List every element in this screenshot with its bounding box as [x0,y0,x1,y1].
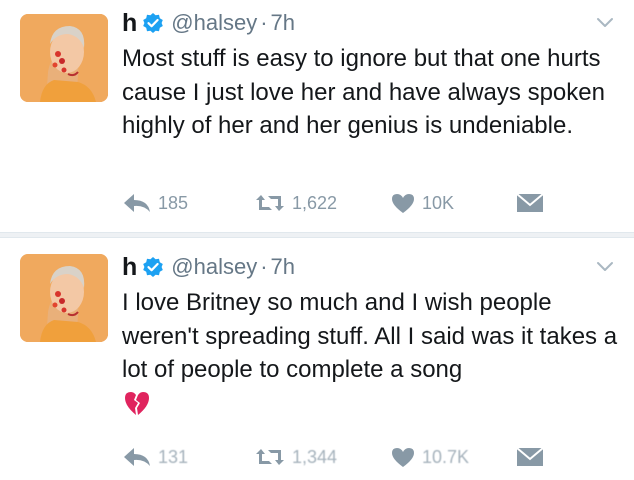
like-count: 10.7K [422,446,470,467]
heart-icon [390,446,416,468]
tweet-actions: 185 1,622 10K [122,188,622,218]
reply-icon [122,192,152,214]
separator-dot: · [260,254,268,279]
envelope-icon [516,447,544,467]
tweet-actions: 131 1,344 10.7K [122,442,622,472]
timestamp[interactable]: 7h [271,10,295,36]
tweet-feed: h @halsey · 7h Most stuff is easy to ign… [0,0,634,480]
tweet[interactable]: h @halsey · 7h I love Britney so much an… [0,238,634,480]
heart-icon [390,192,416,214]
tweet[interactable]: h @halsey · 7h Most stuff is easy to ign… [0,0,634,232]
reply-count: 185 [158,192,189,213]
like-button[interactable]: 10.7K [390,442,469,472]
direct-message-button[interactable] [516,442,544,472]
handle[interactable]: @halsey [171,10,257,36]
retweet-count: 1,344 [292,446,338,467]
separator-dot: · [260,10,268,35]
retweet-icon [254,446,286,468]
display-name[interactable]: h [122,9,137,38]
display-name[interactable]: h [122,253,137,282]
reply-button[interactable]: 185 [122,188,188,218]
retweet-button[interactable]: 1,344 [254,442,337,472]
timestamp[interactable]: 7h [271,254,295,280]
handle[interactable]: @halsey [171,254,257,280]
tweet-header: h @halsey · 7h [122,252,295,282]
reply-icon [122,446,152,468]
verified-badge-icon [142,12,164,34]
reply-button[interactable]: 131 [122,442,188,472]
broken-heart-icon [122,388,152,418]
avatar[interactable] [20,254,108,342]
avatar[interactable] [20,14,108,102]
retweet-button[interactable]: 1,622 [254,188,337,218]
direct-message-button[interactable] [516,188,544,218]
envelope-icon [516,193,544,213]
chevron-down-icon[interactable] [596,16,614,28]
chevron-down-icon[interactable] [596,260,614,272]
tweet-text: I love Britney so much and I wish people… [122,289,618,383]
reply-count: 131 [158,446,189,467]
tweet-header: h @halsey · 7h [122,8,295,38]
like-button[interactable]: 10K [390,188,454,218]
retweet-count: 1,622 [292,192,338,213]
tweet-text: Most stuff is easy to ignore but that on… [122,45,605,139]
retweet-icon [254,192,286,214]
like-count: 10K [422,192,455,213]
verified-badge-icon [142,256,164,278]
